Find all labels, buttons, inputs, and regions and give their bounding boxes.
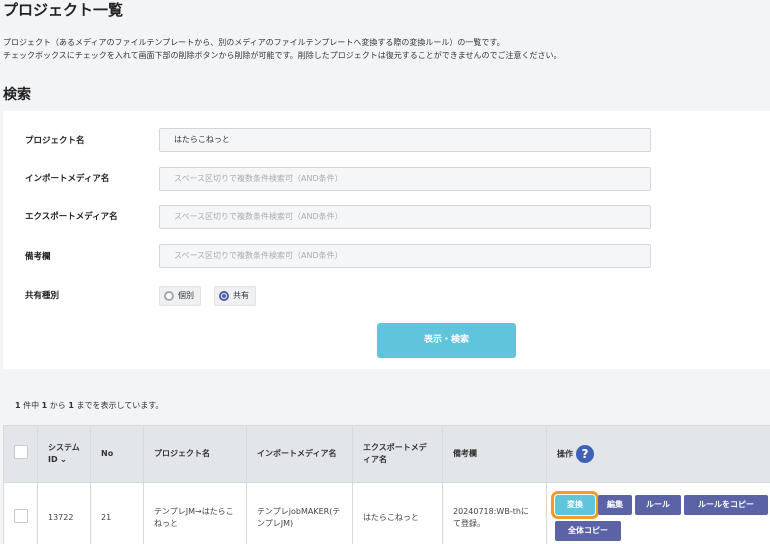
header-no: No xyxy=(90,425,144,483)
import-media-input[interactable]: スペース区切りで複数条件検索可（AND条件） xyxy=(159,167,651,191)
export-media-input[interactable]: スペース区切りで複数条件検索可（AND条件） xyxy=(159,205,651,229)
import-media-label: インポートメディア名 xyxy=(25,174,110,184)
table-header-row: システムID ⌄ No プロジェクト名 インポートメディア名 エクスポートメディア… xyxy=(3,425,770,483)
search-submit-button[interactable]: 表示・検索 xyxy=(377,323,516,358)
row-select-cell xyxy=(3,482,38,544)
cell-remarks: 20240718:WB-thにて登録。 xyxy=(442,482,547,544)
radio-circle-checked-icon xyxy=(219,291,229,301)
cell-project-name: テンプレJM→はたらこねっと xyxy=(143,482,247,544)
select-all-cell xyxy=(3,425,38,483)
copy-all-button[interactable]: 全体コピー xyxy=(555,521,621,541)
search-section-title: 検索 xyxy=(3,87,31,103)
cell-actions: 変換 編集 ルール ルールをコピー 全体コピー xyxy=(546,482,770,544)
export-media-label: エクスポートメディア名 xyxy=(25,212,118,222)
chevron-down-icon[interactable]: ⌄ xyxy=(60,455,68,465)
header-actions: 操作? xyxy=(546,425,770,483)
row-checkbox[interactable] xyxy=(14,508,28,523)
edit-button[interactable]: 編集 xyxy=(598,495,632,515)
header-remarks: 備考欄 xyxy=(442,425,547,483)
share-type-individual-radio[interactable]: 個別 xyxy=(159,286,201,306)
project-name-label: プロジェクト名 xyxy=(25,136,85,146)
convert-button[interactable]: 変換 xyxy=(551,491,599,519)
select-all-checkbox[interactable] xyxy=(14,445,28,459)
radio-circle-icon xyxy=(164,291,174,301)
radio-label: 個別 xyxy=(178,291,194,300)
radio-label: 共有 xyxy=(233,291,249,300)
share-type-label: 共有種別 xyxy=(25,291,60,301)
result-count: 1 件中 1 から 1 までを表示しています。 xyxy=(15,401,164,410)
results-table: システムID ⌄ No プロジェクト名 インポートメディア名 エクスポートメディア… xyxy=(3,425,770,544)
header-system-id[interactable]: システムID ⌄ xyxy=(37,425,91,483)
copy-rule-button[interactable]: ルールをコピー xyxy=(684,495,768,515)
description-line-2: チェックボックスにチェックを入れて画面下部の削除ボタンから削除が可能です。削除し… xyxy=(3,51,562,60)
rule-button[interactable]: ルール xyxy=(635,495,681,515)
remarks-label: 備考欄 xyxy=(25,252,51,262)
cell-no: 21 xyxy=(90,482,144,544)
cell-import-media: テンプレjobMAKER(テンプレJM) xyxy=(246,482,353,544)
header-export-media: エクスポートメディア名 xyxy=(352,425,443,483)
search-panel: プロジェクト名 はたらこねっと インポートメディア名 スペース区切りで複数条件検… xyxy=(3,111,770,369)
header-project-name: プロジェクト名 xyxy=(143,425,247,483)
page-title: プロジェクト一覧 xyxy=(3,1,124,19)
header-import-media: インポートメディア名 xyxy=(246,425,353,483)
question-circle-icon[interactable]: ? xyxy=(576,445,594,463)
cell-system-id: 13722 xyxy=(37,482,91,544)
page-description: プロジェクト（あるメディアのファイルテンプレートから、別のメディアのファイルテン… xyxy=(3,36,561,62)
project-name-input[interactable]: はたらこねっと xyxy=(159,128,651,152)
cell-export-media: はたらこねっと xyxy=(352,482,443,544)
table-row: 13722 21 テンプレJM→はたらこねっと テンプレjobMAKER(テンプ… xyxy=(3,482,770,544)
share-type-shared-radio[interactable]: 共有 xyxy=(214,286,256,306)
description-line-1: プロジェクト（あるメディアのファイルテンプレートから、別のメディアのファイルテン… xyxy=(3,38,505,47)
remarks-input[interactable]: スペース区切りで複数条件検索可（AND条件） xyxy=(159,244,651,268)
